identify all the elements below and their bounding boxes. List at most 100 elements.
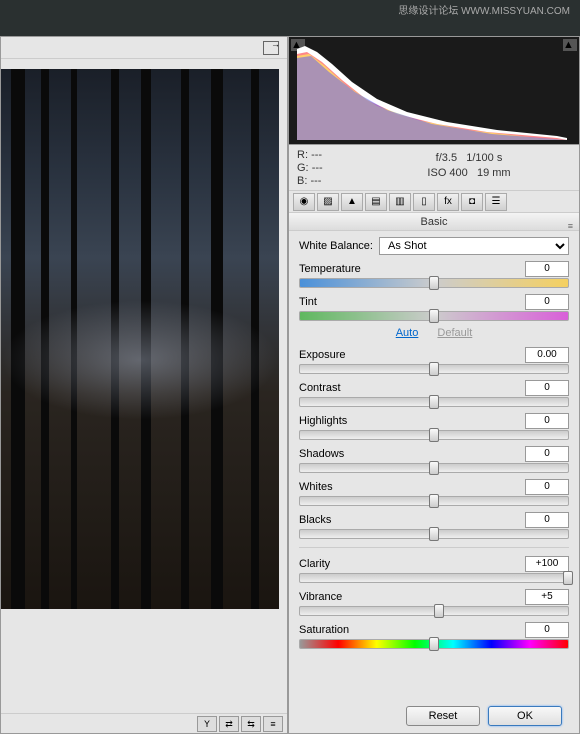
clarity-label: Clarity bbox=[299, 558, 330, 570]
b-value: --- bbox=[310, 175, 321, 187]
temperature-value[interactable]: 0 bbox=[525, 261, 569, 277]
tint-thumb[interactable] bbox=[429, 309, 439, 323]
exposure-group: Exposure 0.00 bbox=[299, 347, 569, 374]
wb-label: White Balance: bbox=[299, 240, 379, 252]
wb-select[interactable]: As Shot bbox=[379, 237, 569, 255]
temperature-thumb[interactable] bbox=[429, 276, 439, 290]
g-value: --- bbox=[312, 162, 323, 174]
focal-value: 19 mm bbox=[477, 167, 511, 179]
presets-icon[interactable]: ☰ bbox=[485, 193, 507, 211]
clarity-value[interactable]: +100 bbox=[525, 556, 569, 572]
detail-icon[interactable]: ▲ bbox=[341, 193, 363, 211]
compare-icon[interactable]: ⇄ bbox=[219, 716, 239, 732]
tint-group: Tint 0 bbox=[299, 294, 569, 321]
curve-icon[interactable]: ▨ bbox=[317, 193, 339, 211]
dialog-footer: Reset OK bbox=[406, 706, 562, 726]
auto-link[interactable]: Auto bbox=[396, 327, 419, 339]
exif-readout: f/3.5 1/100 s ISO 400 19 mm bbox=[359, 145, 579, 190]
filter-icon[interactable]: 𝖸 bbox=[197, 716, 217, 732]
blacks-group: Blacks 0 bbox=[299, 512, 569, 539]
highlights-value[interactable]: 0 bbox=[525, 413, 569, 429]
clarity-slider[interactable] bbox=[299, 573, 569, 583]
clarity-group: Clarity +100 bbox=[299, 556, 569, 583]
exposure-thumb[interactable] bbox=[429, 362, 439, 376]
blacks-value[interactable]: 0 bbox=[525, 512, 569, 528]
histogram-area: ▲ ▲ bbox=[289, 37, 579, 145]
temperature-slider[interactable] bbox=[299, 278, 569, 288]
histogram bbox=[297, 44, 567, 140]
contrast-slider[interactable] bbox=[299, 397, 569, 407]
shadows-slider[interactable] bbox=[299, 463, 569, 473]
swap-icon[interactable]: ⇆ bbox=[241, 716, 261, 732]
vibrance-thumb[interactable] bbox=[434, 604, 444, 618]
target-adjust-icon[interactable]: ◉ bbox=[293, 193, 315, 211]
clarity-thumb[interactable] bbox=[563, 571, 573, 585]
highlights-group: Highlights 0 bbox=[299, 413, 569, 440]
whites-thumb[interactable] bbox=[429, 494, 439, 508]
tint-slider[interactable] bbox=[299, 311, 569, 321]
tint-value[interactable]: 0 bbox=[525, 294, 569, 310]
camera-icon[interactable]: ◘ bbox=[461, 193, 483, 211]
saturation-value[interactable]: 0 bbox=[525, 622, 569, 638]
iso-value: ISO 400 bbox=[427, 167, 467, 179]
adjustments-panel: ▲ ▲ R: --- G: --- B: --- f/3.5 1/100 s I… bbox=[288, 36, 580, 734]
exposure-label: Exposure bbox=[299, 349, 345, 361]
r-label: R: bbox=[297, 149, 308, 161]
highlights-slider[interactable] bbox=[299, 430, 569, 440]
rgb-readout: R: --- G: --- B: --- bbox=[289, 145, 359, 190]
temperature-label: Temperature bbox=[299, 263, 361, 275]
blacks-slider[interactable] bbox=[299, 529, 569, 539]
contrast-value[interactable]: 0 bbox=[525, 380, 569, 396]
saturation-label: Saturation bbox=[299, 624, 349, 636]
edit-toolstrip: ◉ ▨ ▲ ▤ ▥ ▯ fx ◘ ☰ bbox=[289, 191, 579, 213]
temperature-group: Temperature 0 bbox=[299, 261, 569, 288]
shadows-thumb[interactable] bbox=[429, 461, 439, 475]
basic-panel-title: Basic ≡ bbox=[289, 213, 579, 231]
whites-label: Whites bbox=[299, 481, 333, 493]
highlights-thumb[interactable] bbox=[429, 428, 439, 442]
vibrance-group: Vibrance +5 bbox=[299, 589, 569, 616]
whites-group: Whites 0 bbox=[299, 479, 569, 506]
vibrance-value[interactable]: +5 bbox=[525, 589, 569, 605]
whites-slider[interactable] bbox=[299, 496, 569, 506]
vibrance-slider[interactable] bbox=[299, 606, 569, 616]
whites-value[interactable]: 0 bbox=[525, 479, 569, 495]
saturation-slider[interactable] bbox=[299, 639, 569, 649]
watermark-text: 思缘设计论坛 WWW.MISSYUAN.COM bbox=[398, 2, 570, 17]
lens-icon[interactable]: ▯ bbox=[413, 193, 435, 211]
tint-label: Tint bbox=[299, 296, 317, 308]
shadows-group: Shadows0 bbox=[299, 446, 569, 473]
preview-panel: 𝖸 ⇄ ⇆ ≡ bbox=[0, 36, 288, 734]
basic-controls: White Balance: As Shot Temperature 0 Tint… bbox=[289, 231, 579, 661]
settings-icon[interactable]: ≡ bbox=[263, 716, 283, 732]
ok-button[interactable]: OK bbox=[488, 706, 562, 726]
contrast-group: Contrast 0 bbox=[299, 380, 569, 407]
exposure-slider[interactable] bbox=[299, 364, 569, 374]
fx-icon[interactable]: fx bbox=[437, 193, 459, 211]
blacks-thumb[interactable] bbox=[429, 527, 439, 541]
highlights-label: Highlights bbox=[299, 415, 347, 427]
vibrance-label: Vibrance bbox=[299, 591, 342, 603]
auto-default-links: Auto Default bbox=[299, 327, 569, 339]
main-container: 𝖸 ⇄ ⇆ ≡ ▲ ▲ R: --- G: --- B: --- f/3.5 bbox=[0, 36, 580, 734]
export-icon[interactable] bbox=[263, 41, 279, 55]
preview-header bbox=[1, 37, 287, 59]
divider bbox=[299, 547, 569, 548]
hsl-icon[interactable]: ▤ bbox=[365, 193, 387, 211]
basic-title-text: Basic bbox=[421, 216, 448, 228]
blacks-label: Blacks bbox=[299, 514, 331, 526]
shutter-value: 1/100 s bbox=[466, 152, 502, 164]
info-bar: R: --- G: --- B: --- f/3.5 1/100 s ISO 4… bbox=[289, 145, 579, 191]
shadows-value[interactable]: 0 bbox=[525, 446, 569, 462]
image-preview[interactable] bbox=[1, 69, 279, 609]
split-icon[interactable]: ▥ bbox=[389, 193, 411, 211]
default-link[interactable]: Default bbox=[437, 327, 472, 339]
exposure-value[interactable]: 0.00 bbox=[525, 347, 569, 363]
aperture-value: f/3.5 bbox=[436, 152, 457, 164]
reset-button[interactable]: Reset bbox=[406, 706, 480, 726]
g-label: G: bbox=[297, 162, 309, 174]
contrast-label: Contrast bbox=[299, 382, 341, 394]
panel-menu-icon[interactable]: ≡ bbox=[568, 217, 573, 235]
contrast-thumb[interactable] bbox=[429, 395, 439, 409]
saturation-thumb[interactable] bbox=[429, 637, 439, 651]
